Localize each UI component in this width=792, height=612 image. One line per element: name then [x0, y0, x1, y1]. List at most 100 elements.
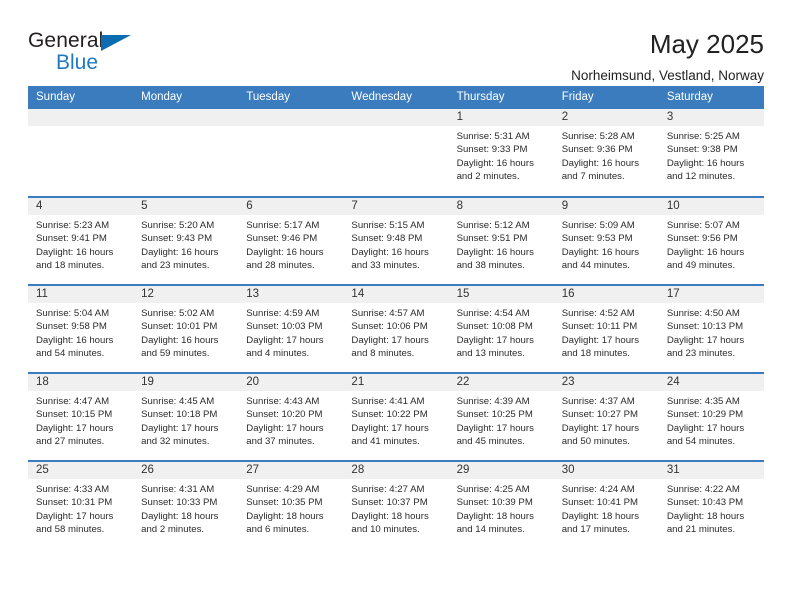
calendar-day-cell[interactable]: 18 Sunrise: 4:47 AM Sunset: 10:15 PM Daylig… — [28, 372, 134, 461]
daylight-text-line2: and 4 minutes. — [246, 348, 310, 360]
calendar-day-cell[interactable]: 19 Sunrise: 4:45 AM Sunset: 10:18 PM Daylig… — [133, 372, 239, 461]
calendar-day-cell[interactable]: 31 Sunrise: 4:22 AM Sunset: 10:43 PM Daylig… — [658, 460, 764, 549]
sunset-text: Sunset: 9:58 PM — [36, 321, 107, 333]
day-sun-info: Sunrise: 4:33 AM Sunset: 10:31 PM Daylight… — [28, 479, 133, 537]
title-block: May 2025 Norheimsund, Vestland, Norway — [571, 30, 764, 83]
calendar-day-cell[interactable]: 22 Sunrise: 4:39 AM Sunset: 10:25 PM Daylig… — [448, 372, 554, 461]
calendar-day-cell[interactable]: 15 Sunrise: 4:54 AM Sunset: 10:08 PM Daylig… — [448, 284, 554, 373]
daylight-text-line1: Daylight: 16 hours — [36, 334, 114, 346]
calendar-page: General Blue May 2025 Norheimsund, Vestl… — [0, 0, 792, 612]
calendar-day-cell[interactable]: 9 Sunrise: 5:09 AM Sunset: 9:53 PM Daylight… — [553, 196, 659, 285]
calendar-day-cell[interactable]: 6 Sunrise: 5:17 AM Sunset: 9:46 PM Daylight… — [238, 196, 344, 285]
sunset-text: Sunset: 10:13 PM — [666, 321, 744, 333]
day-number: 30 — [553, 462, 659, 479]
calendar-day-cell[interactable]: 26 Sunrise: 4:31 AM Sunset: 10:33 PM Daylig… — [133, 460, 239, 549]
sunrise-text: Sunrise: 4:39 AM — [456, 396, 530, 407]
daylight-text-line1: Daylight: 17 hours — [666, 422, 745, 434]
daylight-text-line1: Daylight: 16 hours — [246, 246, 324, 258]
calendar-day-cell[interactable]: 28 Sunrise: 4:27 AM Sunset: 10:37 PM Daylig… — [343, 460, 449, 549]
calendar-day-cell[interactable]: 16 Sunrise: 4:52 AM Sunset: 10:11 PM Daylig… — [553, 284, 659, 373]
sunrise-text: Sunrise: 4:50 AM — [666, 308, 740, 319]
general-blue-logo[interactable]: General Blue — [28, 30, 148, 78]
day-cell-content: 7 Sunrise: 5:15 AM Sunset: 9:48 PM Daylight… — [343, 198, 449, 284]
calendar-day-cell[interactable]: 30 Sunrise: 4:24 AM Sunset: 10:41 PM Daylig… — [553, 460, 659, 549]
calendar-day-cell[interactable]: 7 Sunrise: 5:15 AM Sunset: 9:48 PM Daylight… — [343, 196, 449, 285]
day-number: 28 — [343, 462, 449, 479]
day-cell-content: 12 Sunrise: 5:02 AM Sunset: 10:01 PM Daylig… — [133, 286, 239, 372]
page-title: May 2025 — [649, 29, 764, 59]
daylight-text-line1: Daylight: 18 hours — [561, 510, 640, 522]
calendar-day-cell[interactable]: 24 Sunrise: 4:35 AM Sunset: 10:29 PM Daylig… — [658, 372, 764, 461]
daylight-text-line1: Daylight: 18 hours — [246, 510, 324, 522]
calendar-day-cell[interactable]: 27 Sunrise: 4:29 AM Sunset: 10:35 PM Daylig… — [238, 460, 344, 549]
day-cell-content: 5 Sunrise: 5:20 AM Sunset: 9:43 PM Daylight… — [133, 198, 239, 284]
daylight-text-line2: and 49 minutes. — [666, 260, 736, 272]
calendar-day-cell[interactable]: 21 Sunrise: 4:41 AM Sunset: 10:22 PM Daylig… — [343, 372, 449, 461]
calendar-day-cell[interactable]: 8 Sunrise: 5:12 AM Sunset: 9:51 PM Daylight… — [448, 196, 554, 285]
calendar-day-cell[interactable]: 14 Sunrise: 4:57 AM Sunset: 10:06 PM Daylig… — [343, 284, 449, 373]
calendar-day-cell[interactable]: 23 Sunrise: 4:37 AM Sunset: 10:27 PM Daylig… — [553, 372, 659, 461]
day-sun-info: Sunrise: 4:54 AM Sunset: 10:08 PM Daylight… — [449, 303, 554, 361]
calendar-day-cell[interactable]: 17 Sunrise: 4:50 AM Sunset: 10:13 PM Daylig… — [658, 284, 764, 373]
day-cell-content: 25 Sunrise: 4:33 AM Sunset: 10:31 PM Daylig… — [28, 462, 134, 549]
day-cell-content — [238, 109, 344, 196]
daylight-text-line2: and 2 minutes. — [141, 524, 205, 536]
day-sun-info: Sunrise: 4:41 AM Sunset: 10:22 PM Daylight… — [343, 391, 448, 449]
sunrise-text: Sunrise: 5:31 AM — [456, 131, 530, 142]
calendar-day-cell[interactable]: 2 Sunrise: 5:28 AM Sunset: 9:36 PM Daylight… — [553, 109, 659, 197]
daylight-text-line2: and 18 minutes. — [36, 260, 105, 272]
calendar-day-cell[interactable]: 25 Sunrise: 4:33 AM Sunset: 10:31 PM Daylig… — [28, 460, 134, 549]
page-subtitle: Norheimsund, Vestland, Norway — [571, 68, 764, 84]
day-sun-info: Sunrise: 5:17 AM Sunset: 9:46 PM Daylight:… — [238, 215, 343, 273]
calendar-day-cell[interactable]: 20 Sunrise: 4:43 AM Sunset: 10:20 PM Daylig… — [238, 372, 344, 461]
sunrise-text: Sunrise: 5:15 AM — [351, 220, 425, 231]
daylight-text-line2: and 23 minutes. — [666, 348, 736, 360]
sunrise-text: Sunrise: 4:41 AM — [351, 396, 425, 407]
day-sun-info: Sunrise: 4:35 AM Sunset: 10:29 PM Daylight… — [659, 391, 764, 449]
daylight-text-line2: and 37 minutes. — [246, 436, 315, 448]
calendar-day-cell[interactable]: 4 Sunrise: 5:23 AM Sunset: 9:41 PM Daylight… — [28, 196, 134, 285]
day-sun-info: Sunrise: 4:45 AM Sunset: 10:18 PM Daylight… — [133, 391, 238, 449]
sunset-text: Sunset: 10:31 PM — [36, 497, 113, 509]
sunset-text: Sunset: 10:06 PM — [351, 321, 428, 333]
daylight-text-line2: and 54 minutes. — [36, 348, 105, 360]
day-number: 24 — [658, 374, 764, 391]
day-number: 19 — [133, 374, 239, 391]
day-sun-info: Sunrise: 4:39 AM Sunset: 10:25 PM Daylight… — [449, 391, 554, 449]
calendar-body: 1 Sunrise: 5:31 AM Sunset: 9:33 PM Daylight… — [28, 109, 764, 549]
day-number: 20 — [238, 374, 344, 391]
calendar-day-cell[interactable]: 1 Sunrise: 5:31 AM Sunset: 9:33 PM Daylight… — [448, 109, 554, 197]
calendar-day-cell[interactable]: 29 Sunrise: 4:25 AM Sunset: 10:39 PM Daylig… — [448, 460, 554, 549]
calendar-day-cell[interactable]: 3 Sunrise: 5:25 AM Sunset: 9:38 PM Daylight… — [658, 109, 764, 197]
calendar-day-cell[interactable]: 12 Sunrise: 5:02 AM Sunset: 10:01 PM Daylig… — [133, 284, 239, 373]
day-cell-content: 22 Sunrise: 4:39 AM Sunset: 10:25 PM Daylig… — [448, 374, 554, 460]
sunset-text: Sunset: 10:37 PM — [351, 497, 428, 509]
day-number: 7 — [343, 198, 449, 215]
daylight-text-line1: Daylight: 16 hours — [351, 246, 429, 258]
day-cell-content: 27 Sunrise: 4:29 AM Sunset: 10:35 PM Daylig… — [238, 462, 344, 549]
sunrise-text: Sunrise: 4:43 AM — [246, 396, 320, 407]
calendar-day-cell[interactable]: 13 Sunrise: 4:59 AM Sunset: 10:03 PM Daylig… — [238, 284, 344, 373]
day-number: 1 — [448, 109, 554, 126]
daylight-text-line2: and 27 minutes. — [36, 436, 105, 448]
day-cell-content: 3 Sunrise: 5:25 AM Sunset: 9:38 PM Daylight… — [658, 109, 764, 196]
calendar-day-cell[interactable]: 5 Sunrise: 5:20 AM Sunset: 9:43 PM Daylight… — [133, 196, 239, 285]
sunset-text: Sunset: 9:36 PM — [561, 144, 633, 156]
daylight-text-line2: and 2 minutes. — [456, 171, 520, 183]
calendar-day-cell[interactable]: 11 Sunrise: 5:04 AM Sunset: 9:58 PM Dayligh… — [28, 284, 134, 373]
daylight-text-line1: Daylight: 17 hours — [456, 334, 534, 346]
calendar-day-cell[interactable]: 10 Sunrise: 5:07 AM Sunset: 9:56 PM Dayligh… — [658, 196, 764, 285]
sunset-text: Sunset: 9:38 PM — [666, 144, 738, 156]
daylight-text-line2: and 18 minutes. — [561, 348, 630, 360]
sunrise-text: Sunrise: 4:24 AM — [561, 484, 635, 495]
day-number: 8 — [448, 198, 554, 215]
day-number: 16 — [553, 286, 659, 303]
daylight-text-line2: and 12 minutes. — [666, 171, 736, 183]
weekday-header-row: Sunday Monday Tuesday Wednesday Thursday Frid… — [28, 86, 764, 109]
day-number: 31 — [658, 462, 764, 479]
day-sun-info: Sunrise: 4:47 AM Sunset: 10:15 PM Daylight… — [28, 391, 133, 449]
daylight-text-line1: Daylight: 18 hours — [666, 510, 745, 522]
daylight-text-line2: and 54 minutes. — [666, 436, 736, 448]
sunset-text: Sunset: 10:03 PM — [246, 321, 323, 333]
sunrise-text: Sunrise: 5:20 AM — [141, 220, 215, 231]
